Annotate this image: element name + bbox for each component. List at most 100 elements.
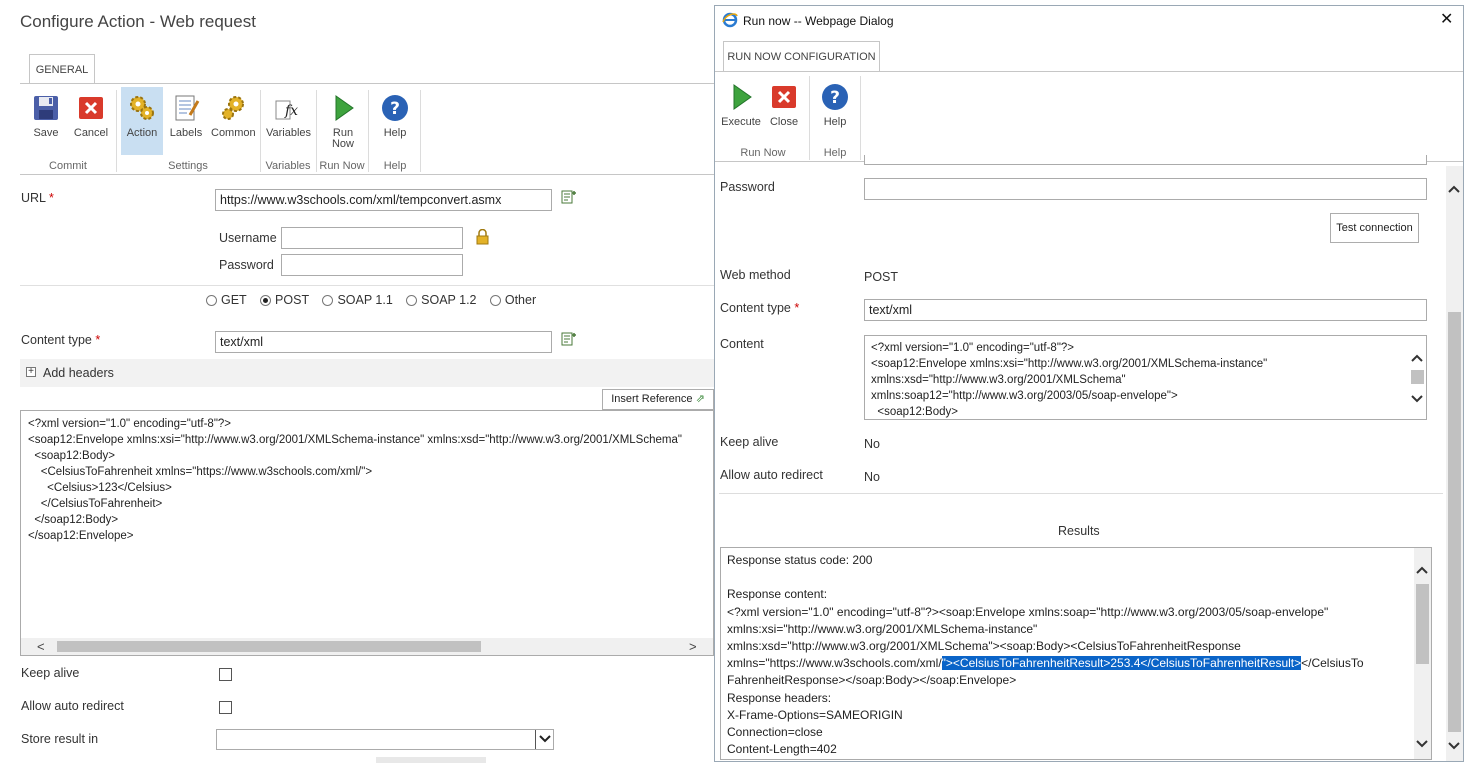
ribbon-separator (420, 90, 421, 172)
scroll-down-icon[interactable] (1448, 739, 1460, 753)
lock-icon[interactable] (476, 228, 489, 248)
password-input[interactable] (281, 254, 463, 276)
action-label: Action (126, 127, 158, 139)
run-now-button[interactable]: Run Now (321, 93, 365, 150)
horizontal-scrollbar[interactable]: < > (21, 638, 713, 655)
execute-label: Execute (721, 116, 761, 128)
execute-button[interactable]: Execute (719, 82, 763, 128)
results-vertical-scrollbar[interactable] (1414, 548, 1431, 759)
results-textarea[interactable]: Response status code: 200 Response conte… (720, 547, 1432, 760)
variables-button[interactable]: fx Variables (266, 93, 312, 139)
radio-soap-11[interactable]: SOAP 1.1 (322, 293, 393, 307)
code-line: <?xml version="1.0" encoding="utf-8"?> (871, 342, 1075, 354)
expand-icon[interactable]: + (26, 367, 36, 377)
results-headers-label: Response headers: (727, 690, 832, 705)
dialog-ribbon-top-border (715, 71, 1463, 72)
vertical-scrollbar[interactable] (1409, 336, 1426, 419)
scroll-thumb[interactable] (1416, 584, 1429, 664)
group-label-commit: Commit (49, 160, 87, 172)
common-button[interactable]: Common (211, 93, 256, 139)
action-button[interactable]: Action (120, 93, 164, 139)
radio-post[interactable]: POST (260, 293, 309, 307)
code-line: <soap12:Body> (28, 450, 115, 462)
group-label-help: Help (383, 160, 407, 172)
allow-redirect-checkbox[interactable] (219, 701, 232, 714)
code-line: </CelsiusToFahrenheit> (28, 498, 163, 510)
radio-other[interactable]: Other (489, 293, 536, 307)
scroll-thumb[interactable] (1411, 370, 1424, 384)
keep-alive-checkbox[interactable] (219, 668, 232, 681)
scroll-left-icon[interactable]: < (37, 638, 45, 655)
play-icon (328, 93, 358, 123)
insert-reference-button[interactable]: Insert Reference ⇗ (602, 389, 714, 410)
scroll-down-icon[interactable] (1411, 392, 1423, 406)
results-line: FahrenheitResponse></soap:Body></soap:En… (727, 673, 1017, 688)
radio-soap-12[interactable]: SOAP 1.2 (406, 293, 477, 307)
dialog-vertical-scrollbar[interactable] (1446, 166, 1463, 761)
common-gears-icon (218, 93, 248, 123)
scroll-up-icon[interactable] (1416, 563, 1428, 577)
results-header: Content-Length=402 (727, 742, 837, 757)
dialog-help-label: Help (823, 116, 847, 128)
dialog-allow-redirect-value: No (864, 470, 880, 484)
group-label-variables: Variables (265, 160, 311, 172)
run-now-label-2: Now (331, 138, 354, 150)
scroll-right-icon[interactable]: > (689, 638, 697, 655)
svg-text:?: ? (830, 88, 840, 108)
dialog-help-button[interactable]: ? Help (813, 82, 857, 128)
cancel-button[interactable]: Cancel (69, 93, 113, 139)
svg-text:?: ? (390, 99, 400, 119)
dialog-content-label: Content (720, 337, 764, 351)
content-textarea[interactable]: <?xml version="1.0" encoding="utf-8"?> <s… (20, 410, 714, 656)
help-button[interactable]: ? Help (373, 93, 417, 139)
tab-run-now-configuration[interactable]: RUN NOW CONFIGURATION (723, 41, 880, 71)
close-button[interactable]: Close (762, 82, 806, 128)
divider (20, 285, 714, 286)
ribbon-separator (860, 76, 861, 160)
help-icon: ? (820, 82, 850, 112)
selected-text: "><CelsiusToFahrenheitResult>253.4</Cels… (941, 656, 1302, 671)
username-input[interactable] (281, 227, 463, 249)
dialog-content-code: <?xml version="1.0" encoding="utf-8"?> <s… (871, 340, 1267, 419)
scroll-thumb[interactable] (57, 641, 481, 652)
scroll-up-icon[interactable] (1411, 351, 1423, 365)
dialog-content-textarea[interactable]: <?xml version="1.0" encoding="utf-8"?> <s… (864, 335, 1427, 420)
url-input[interactable]: https://www.w3schools.com/xml/tempconver… (215, 189, 552, 211)
variables-label: Variables (266, 127, 312, 139)
code-line: xmlns:soap12="http://www.w3.org/2003/05/… (871, 390, 1178, 402)
store-result-select[interactable] (216, 729, 554, 750)
help-label: Help (383, 127, 407, 139)
partial-input[interactable] (864, 155, 1427, 165)
radio-circle (322, 294, 334, 306)
labels-button[interactable]: Labels (164, 93, 208, 139)
dialog-password-input[interactable] (864, 178, 1427, 200)
radio-circle (489, 294, 501, 306)
insert-variable-icon[interactable] (561, 331, 577, 350)
ribbon-separator (809, 76, 810, 160)
page-scroll-hint (376, 757, 486, 763)
close-icon[interactable]: ✕ (1440, 9, 1453, 29)
method-radio-group: GET POST SOAP 1.1 SOAP 1.2 Other (206, 293, 546, 309)
radio-circle-selected (260, 294, 272, 306)
username-label: Username (219, 231, 277, 245)
dialog-content-type-input[interactable]: text/xml (864, 299, 1427, 321)
radio-circle (406, 294, 418, 306)
scroll-down-icon[interactable] (1416, 737, 1428, 751)
scroll-up-icon[interactable] (1448, 182, 1460, 196)
cancel-label: Cancel (73, 127, 109, 139)
content-type-input[interactable]: text/xml (215, 331, 552, 353)
dialog-content-type-label: Content type * (720, 301, 800, 315)
test-connection-button[interactable]: Test connection (1330, 213, 1419, 243)
group-label-settings: Settings (168, 160, 208, 172)
chevron-down-icon[interactable] (535, 730, 553, 749)
insert-variable-icon[interactable] (561, 189, 577, 208)
add-headers-bar[interactable] (20, 359, 714, 387)
store-result-label: Store result in (21, 732, 99, 746)
add-headers-label: Add headers (43, 366, 114, 380)
save-button[interactable]: Save (24, 93, 68, 139)
tab-general[interactable]: GENERAL (29, 54, 95, 84)
code-line: <?xml version="1.0" encoding="utf-8"?> (28, 418, 232, 430)
ribbon-separator (260, 90, 261, 172)
scroll-thumb[interactable] (1448, 312, 1461, 732)
radio-get[interactable]: GET (206, 293, 247, 307)
